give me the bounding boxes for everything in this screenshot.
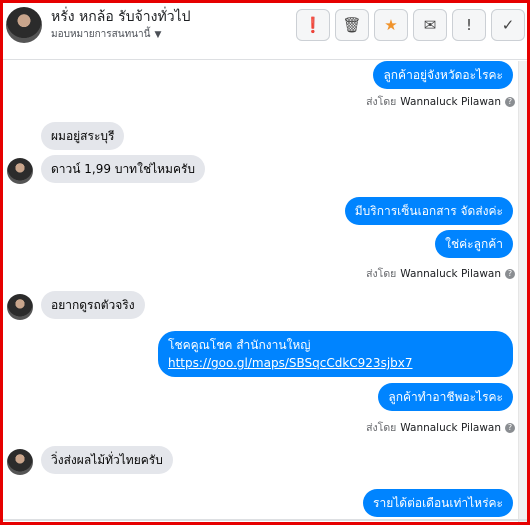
trash-icon: 🗑 bbox=[342, 16, 362, 34]
star-button[interactable]: ★ bbox=[374, 9, 408, 41]
location-title: โชคคูณโชค สำนักงานใหญ่ bbox=[168, 338, 311, 352]
exclamation-circle-icon: ❗ bbox=[303, 16, 323, 34]
delete-button[interactable]: 🗑 bbox=[335, 9, 369, 41]
map-link[interactable]: https://goo.gl/maps/SBSqcCdkC923sjbx7 bbox=[168, 354, 503, 372]
message-outgoing-with-link: โชคคูณโชค สำนักงานใหญ่ https://goo.gl/ma… bbox=[158, 331, 513, 377]
check-icon: ✓ bbox=[501, 16, 515, 34]
mark-unread-button[interactable]: ✉ bbox=[413, 9, 447, 41]
follow-up-button[interactable]: ! bbox=[452, 9, 486, 41]
mark-done-button[interactable]: ✓ bbox=[491, 9, 525, 41]
sender-avatar bbox=[7, 158, 33, 184]
caret-down-icon: ▼ bbox=[154, 29, 162, 40]
sent-by-label: ส่งโดย Wannaluck Pilawan ? bbox=[366, 93, 515, 110]
mail-icon: ✉ bbox=[423, 16, 437, 34]
assign-conversation-dropdown[interactable]: มอบหมายการสนทนานี้ ▼ bbox=[51, 27, 161, 42]
sender-name: Wannaluck Pilawan bbox=[400, 267, 501, 280]
message-incoming: วิ่งส่งผลไม้ทั่วไทยครับ bbox=[41, 446, 173, 474]
exclamation-icon: ! bbox=[465, 16, 472, 34]
header-toolbar: ❗ 🗑 ★ ✉ ! ✓ bbox=[296, 9, 525, 41]
message-outgoing: มีบริการเซ็นเอกสาร จัดส่งค่ะ bbox=[344, 197, 513, 225]
sender-name: Wannaluck Pilawan bbox=[400, 421, 501, 434]
sent-by-prefix: ส่งโดย bbox=[366, 96, 397, 108]
sent-by-prefix: ส่งโดย bbox=[366, 422, 397, 434]
assign-conversation-label: มอบหมายการสนทนานี้ bbox=[51, 29, 151, 40]
composer-divider bbox=[3, 519, 527, 521]
star-icon: ★ bbox=[384, 16, 398, 34]
contact-avatar[interactable] bbox=[6, 7, 42, 43]
conversation-header: หรั่ง หกล้อ รับจ้างทั่วไป มอบหมายการสนทน… bbox=[3, 3, 527, 60]
message-incoming: อยากดูรถตัวจริง bbox=[41, 291, 145, 319]
sent-by-prefix: ส่งโดย bbox=[366, 268, 397, 280]
message-outgoing: รายได้ต่อเดือนเท่าไหร่คะ bbox=[363, 489, 513, 517]
sender-avatar bbox=[7, 449, 33, 475]
sender-name: Wannaluck Pilawan bbox=[400, 95, 501, 108]
sent-by-label: ส่งโดย Wannaluck Pilawan ? bbox=[366, 419, 515, 436]
message-outgoing: ลูกค้าอยู่จังหวัดอะไรคะ bbox=[373, 61, 513, 89]
sender-avatar bbox=[7, 294, 33, 320]
message-incoming: ผมอยู่สระบุรี bbox=[41, 122, 125, 150]
contact-name[interactable]: หรั่ง หกล้อ รับจ้างทั่วไป bbox=[51, 6, 191, 28]
sent-by-label: ส่งโดย Wannaluck Pilawan ? bbox=[366, 265, 515, 282]
help-icon[interactable]: ? bbox=[505, 268, 515, 279]
mark-spam-button[interactable]: ❗ bbox=[296, 9, 330, 41]
message-outgoing: ลูกค้าทำอาชีพอะไรคะ bbox=[378, 383, 513, 411]
window-frame: หรั่ง หกล้อ รับจ้างทั่วไป มอบหมายการสนทน… bbox=[0, 0, 530, 525]
message-outgoing: ใช่ค่ะลูกค้า bbox=[435, 230, 513, 258]
help-icon[interactable]: ? bbox=[505, 96, 515, 107]
message-incoming: ดาวน์ 1,99 บาทใช่ไหมครับ bbox=[41, 155, 206, 183]
help-icon[interactable]: ? bbox=[505, 422, 515, 433]
thread-scrollbar[interactable] bbox=[518, 61, 527, 522]
